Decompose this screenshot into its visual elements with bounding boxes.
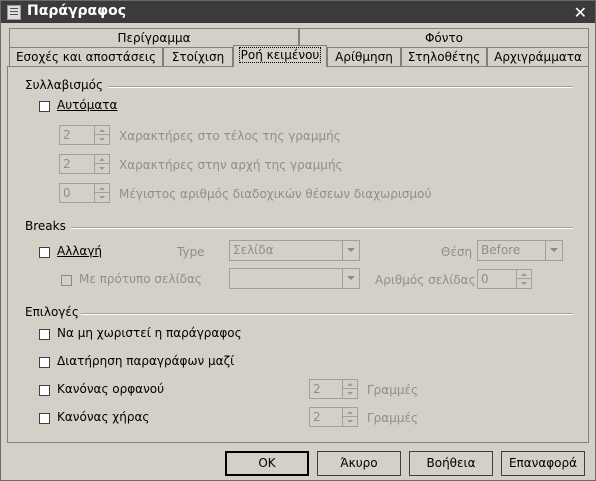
with-page-style-label: Με πρότυπο σελίδας (79, 272, 202, 286)
title-bar: Παράγραφος ✕ (1, 1, 595, 23)
divider (109, 86, 573, 88)
window-menu-icon[interactable] (7, 5, 21, 20)
window-title: Παράγραφος (27, 3, 127, 19)
tab-tabs[interactable]: Στηλοθέτης (401, 47, 487, 66)
tab-text-flow[interactable]: Ροή κειμένου (233, 45, 327, 67)
with-page-style-checkbox[interactable] (61, 275, 72, 286)
keep-with-next-checkbox[interactable] (39, 357, 50, 368)
orphan-lines-spinner[interactable]: 2 (309, 379, 358, 399)
divider (71, 227, 573, 229)
page-number-spinner[interactable]: 0 (477, 269, 532, 289)
help-button[interactable]: Βοήθεια (409, 451, 493, 476)
breaks-heading: Breaks (25, 219, 66, 233)
chevron-down-icon[interactable] (545, 241, 562, 260)
spin-up-icon[interactable] (95, 155, 109, 164)
widow-lines-spinner[interactable]: 2 (309, 407, 358, 427)
tab-numbering[interactable]: Αρίθμηση (327, 47, 401, 66)
tab-alignment[interactable]: Στοίχιση (163, 47, 233, 66)
chars-line-begin-label: Χαρακτήρες στην αρχή της γραμμής (119, 158, 343, 172)
spin-down-icon[interactable] (95, 164, 109, 172)
spin-up-icon[interactable] (343, 408, 357, 417)
widow-control-label: Κανόνας χήρας (57, 410, 150, 424)
dont-split-checkbox[interactable] (39, 329, 50, 340)
widow-control-checkbox[interactable] (39, 413, 50, 424)
break-type-select[interactable]: Σελίδα (229, 240, 360, 261)
tab-drop-caps[interactable]: Αρχιγράμματα (487, 47, 589, 66)
chevron-down-icon[interactable] (342, 241, 359, 260)
max-hyphens-spinner[interactable]: 0 (59, 183, 110, 203)
spin-up-icon[interactable] (95, 126, 109, 135)
spin-down-icon[interactable] (517, 279, 531, 287)
widow-lines-unit: Γραμμές (367, 411, 419, 425)
chars-line-end-label: Χαρακτήρες στο τέλος της γραμμής (119, 129, 341, 143)
page-number-label: Αριθμός σελίδας (375, 273, 476, 287)
break-position-select[interactable]: Before (477, 240, 563, 261)
break-type-label: Type (177, 245, 205, 259)
spin-up-icon[interactable] (517, 270, 531, 279)
spin-down-icon[interactable] (95, 135, 109, 143)
break-position-label: Θέση (441, 245, 473, 259)
ok-button[interactable]: OK (225, 451, 309, 476)
spin-up-icon[interactable] (95, 184, 109, 193)
divider (81, 313, 573, 315)
keep-with-next-label: Διατήρηση παραγράφων μαζί (57, 354, 235, 368)
options-heading: Επιλογές (25, 305, 79, 319)
page-style-select[interactable] (229, 268, 360, 289)
insert-break-checkbox[interactable] (39, 247, 50, 258)
orphan-control-checkbox[interactable] (39, 385, 50, 396)
chars-line-begin-spinner[interactable]: 2 (59, 154, 110, 174)
spin-down-icon[interactable] (95, 193, 109, 201)
hyphenation-heading: Συλλαβισμός (25, 78, 103, 92)
tab-background[interactable]: Φόντο (299, 28, 589, 47)
max-hyphens-label: Μέγιστος αριθμός διαδοχικών θέσεων διαχω… (119, 187, 432, 201)
chars-line-end-spinner[interactable]: 2 (59, 125, 110, 145)
chevron-down-icon[interactable] (342, 269, 359, 288)
insert-break-label: Αλλαγή (57, 244, 103, 258)
auto-hyphenation-checkbox[interactable] (39, 101, 50, 112)
cancel-button[interactable]: Άκυρο (317, 451, 401, 476)
close-icon[interactable]: ✕ (574, 3, 587, 22)
dont-split-label: Να μη χωριστεί η παράγραφος (57, 326, 242, 340)
spin-up-icon[interactable] (343, 380, 357, 389)
reset-button[interactable]: Επαναφορά (501, 451, 585, 476)
orphan-control-label: Κανόνας ορφανού (57, 382, 165, 396)
orphan-lines-unit: Γραμμές (367, 383, 419, 397)
auto-hyphenation-label: Αυτόματα (57, 98, 118, 112)
spin-down-icon[interactable] (343, 389, 357, 397)
tab-indents-spacing[interactable]: Εσοχές και αποστάσεις (9, 47, 163, 66)
spin-down-icon[interactable] (343, 417, 357, 425)
paragraph-dialog: Παράγραφος ✕ Περίγραμμα Φόντο Εσοχές και… (0, 0, 596, 481)
